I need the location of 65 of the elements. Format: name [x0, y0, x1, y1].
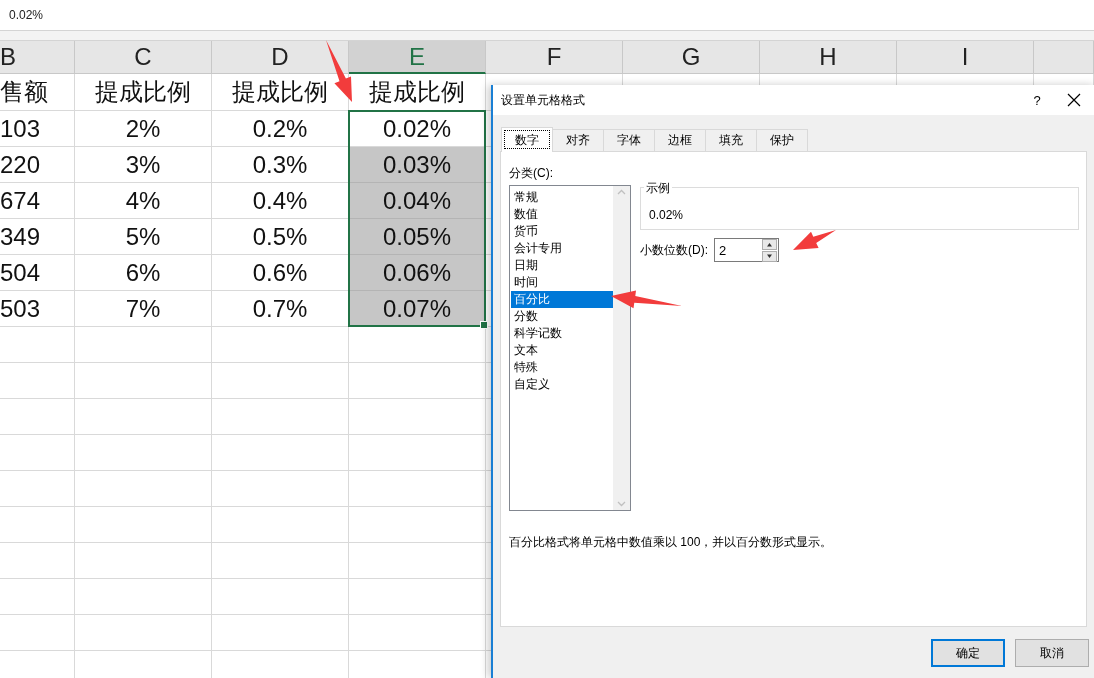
table-cell: 0.2%: [212, 111, 349, 147]
table-cell: 2%: [75, 111, 212, 147]
table-cell: 503: [0, 291, 75, 327]
table-cell: 0.03%: [349, 147, 486, 183]
tab[interactable]: 保护: [756, 129, 808, 151]
table-cell: 0.3%: [212, 147, 349, 183]
column-header[interactable]: H: [760, 41, 897, 74]
table-cell: 7%: [75, 291, 212, 327]
category-label: 分类(C):: [509, 166, 553, 180]
list-item[interactable]: 特殊: [511, 359, 613, 376]
column-header[interactable]: G: [623, 41, 760, 74]
close-icon[interactable]: [1067, 93, 1081, 107]
table-cell: 0.06%: [349, 255, 486, 291]
category-list[interactable]: 常规 数值 货币 会计专用 日期 时间 百分比 分数 科学记数 文本 特殊 自定义: [509, 185, 631, 511]
column-header[interactable]: F: [486, 41, 623, 74]
arrow-annotation: [611, 290, 682, 309]
table-cell: 0.5%: [212, 219, 349, 255]
table-cell: 103: [0, 111, 75, 147]
sample-legend: 示例: [644, 180, 672, 197]
list-item[interactable]: 会计专用: [511, 240, 613, 257]
column-header[interactable]: B: [0, 41, 75, 74]
tab[interactable]: 数字: [501, 127, 553, 152]
decimal-places-field[interactable]: 2: [714, 238, 779, 262]
table-cell: 349: [0, 219, 75, 255]
list-item[interactable]: 百分比: [511, 291, 613, 308]
list-item[interactable]: 数值: [511, 206, 613, 223]
column-header[interactable]: D: [212, 41, 349, 74]
fill-handle[interactable]: [480, 321, 488, 329]
list-item[interactable]: 货币: [511, 223, 613, 240]
description-text: 百分比格式将单元格中数值乘以 100，并以百分数形式显示。: [509, 534, 834, 551]
table-cell: 504: [0, 255, 75, 291]
table-cell: 4%: [75, 183, 212, 219]
arrow-annotation: [326, 40, 352, 102]
dialog-button[interactable]: 取消: [1015, 639, 1089, 667]
spin-up-icon[interactable]: [762, 238, 777, 250]
table-cell: 售额: [0, 74, 75, 111]
table-cell: 0.4%: [212, 183, 349, 219]
list-item[interactable]: 时间: [511, 274, 613, 291]
sample-value: 0.02%: [649, 208, 684, 222]
window-title: 设置单元格格式: [501, 91, 586, 109]
table-cell: 0.7%: [212, 291, 349, 327]
arrow-annotation: [793, 230, 836, 250]
column-header[interactable]: C: [75, 41, 212, 74]
table-cell: 0.04%: [349, 183, 486, 219]
table-cell: 提成比例: [75, 74, 212, 111]
table-cell: 220: [0, 147, 75, 183]
list-item[interactable]: 日期: [511, 257, 613, 274]
dialog-button[interactable]: 确定: [931, 639, 1005, 667]
table-cell: 5%: [75, 219, 212, 255]
list-item[interactable]: 分数: [511, 308, 613, 325]
table-cell: 674: [0, 183, 75, 219]
list-item[interactable]: 自定义: [511, 376, 613, 393]
table-cell: 6%: [75, 255, 212, 291]
column-header[interactable]: E: [349, 41, 486, 74]
table-cell: 3%: [75, 147, 212, 183]
table-cell: 0.07%: [349, 291, 486, 327]
help-button[interactable]: ?: [1027, 92, 1047, 108]
list-item[interactable]: 科学记数: [511, 325, 613, 342]
list-item[interactable]: 常规: [511, 189, 613, 206]
table-cell: 0.6%: [212, 255, 349, 291]
column-header[interactable]: I: [897, 41, 1034, 74]
spin-down-icon[interactable]: [762, 250, 777, 262]
list-item[interactable]: 文本: [511, 342, 613, 359]
decimal-places-label: 小数位数(D):: [640, 241, 708, 259]
table-cell: 0.05%: [349, 219, 486, 255]
